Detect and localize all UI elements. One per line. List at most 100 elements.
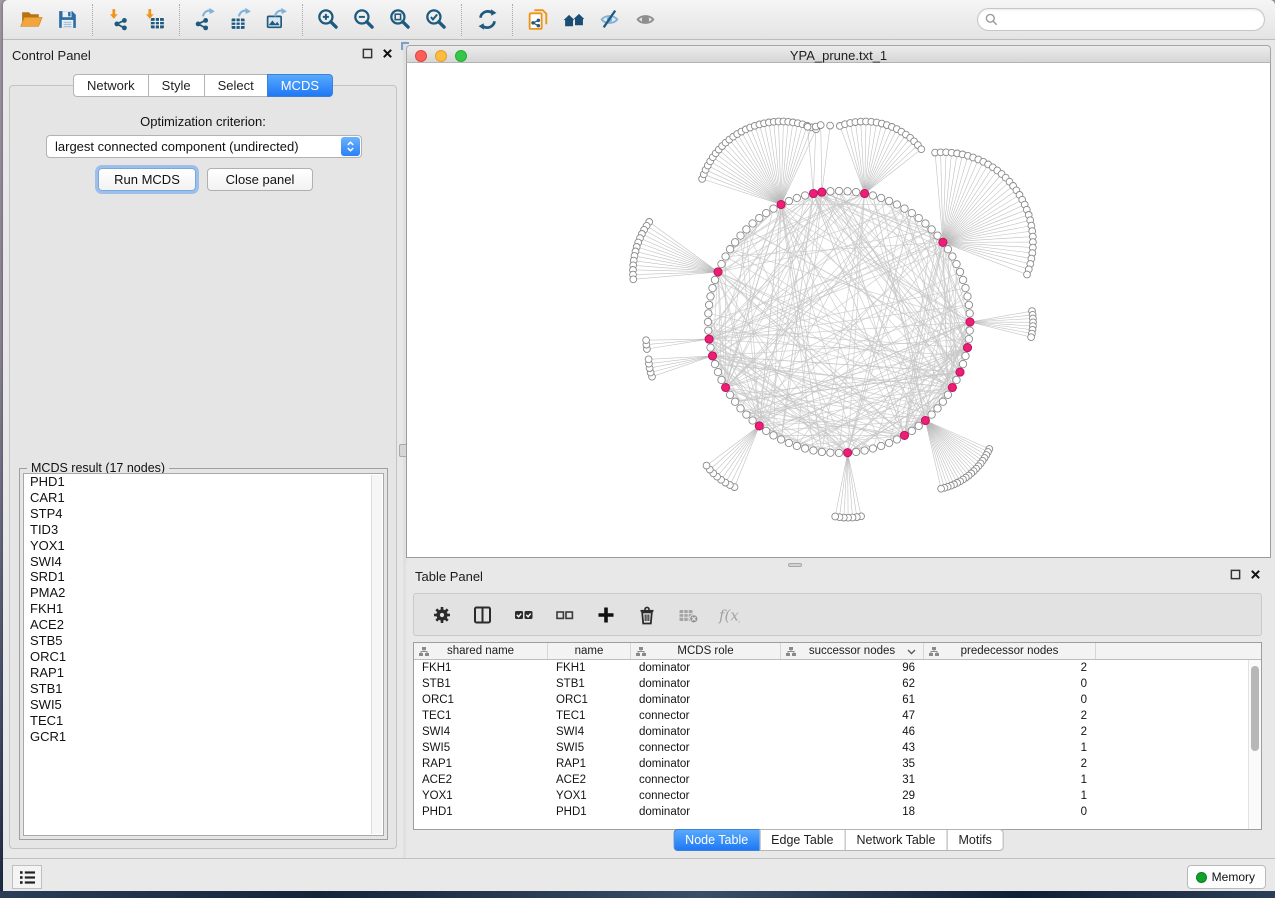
cell-predecessor-nodes[interactable]: 2 xyxy=(924,756,1096,772)
export-network-button[interactable] xyxy=(187,4,223,36)
cell-name[interactable]: ORC1 xyxy=(548,692,631,708)
export-image-button[interactable] xyxy=(259,4,295,36)
tab-mcds[interactable]: MCDS xyxy=(267,74,333,97)
cell-shared-name[interactable]: STB1 xyxy=(414,676,548,692)
float-panel-icon[interactable] xyxy=(362,48,373,59)
cell-shared-name[interactable]: FKH1 xyxy=(414,660,548,676)
cell-predecessor-nodes[interactable]: 2 xyxy=(924,660,1096,676)
mcds-result-node[interactable]: PMA2 xyxy=(24,585,383,601)
cell-MCDS-role[interactable]: dominator xyxy=(631,676,781,692)
cell-successor-nodes[interactable]: 61 xyxy=(781,692,924,708)
mcds-result-node[interactable]: SWI5 xyxy=(24,697,383,713)
tab-motifs[interactable]: Motifs xyxy=(946,829,1003,851)
columns-button[interactable] xyxy=(471,603,495,627)
cell-name[interactable]: SWI5 xyxy=(548,740,631,756)
mcds-result-node[interactable]: SRD1 xyxy=(24,569,383,585)
table-row[interactable]: PHD1PHD1dominator180 xyxy=(414,804,1261,820)
tab-node-table[interactable]: Node Table xyxy=(673,829,760,851)
search-input[interactable] xyxy=(998,13,1264,27)
column-header-successor-nodes[interactable]: successor nodes xyxy=(781,643,924,659)
cell-predecessor-nodes[interactable]: 2 xyxy=(924,724,1096,740)
cell-MCDS-role[interactable]: dominator xyxy=(631,724,781,740)
cell-shared-name[interactable]: YOX1 xyxy=(414,788,548,804)
mcds-result-node[interactable]: FKH1 xyxy=(24,601,383,617)
table-row[interactable]: FKH1FKH1dominator962 xyxy=(414,660,1261,676)
cell-successor-nodes[interactable]: 35 xyxy=(781,756,924,772)
tab-select[interactable]: Select xyxy=(204,74,268,97)
cell-shared-name[interactable]: SWI4 xyxy=(414,724,548,740)
cell-successor-nodes[interactable]: 31 xyxy=(781,772,924,788)
memory-button[interactable]: Memory xyxy=(1187,865,1266,889)
table-row[interactable]: ORC1ORC1dominator610 xyxy=(414,692,1261,708)
mcds-result-node[interactable]: STP4 xyxy=(24,506,383,522)
mcds-result-node[interactable]: TID3 xyxy=(24,522,383,538)
tab-network[interactable]: Network xyxy=(73,74,149,97)
column-header-name[interactable]: name xyxy=(548,643,631,659)
delete-row-button[interactable] xyxy=(635,603,659,627)
mcds-result-node[interactable]: STB1 xyxy=(24,681,383,697)
apply-preferred-layout-button[interactable] xyxy=(469,4,505,36)
table-row[interactable]: SWI5SWI5connector431 xyxy=(414,740,1261,756)
cell-predecessor-nodes[interactable]: 1 xyxy=(924,740,1096,756)
cell-shared-name[interactable]: ACE2 xyxy=(414,772,548,788)
table-row[interactable]: TEC1TEC1connector472 xyxy=(414,708,1261,724)
cell-shared-name[interactable]: SWI5 xyxy=(414,740,548,756)
cell-name[interactable]: SWI4 xyxy=(548,724,631,740)
open-session-home-button[interactable] xyxy=(556,4,592,36)
cell-name[interactable]: TEC1 xyxy=(548,708,631,724)
cell-predecessor-nodes[interactable]: 0 xyxy=(924,804,1096,820)
run-mcds-button[interactable]: Run MCDS xyxy=(98,168,196,191)
cell-successor-nodes[interactable]: 96 xyxy=(781,660,924,676)
cell-predecessor-nodes[interactable]: 0 xyxy=(924,692,1096,708)
cell-MCDS-role[interactable]: dominator xyxy=(631,660,781,676)
mcds-result-list[interactable]: PHD1CAR1STP4TID3YOX1SWI4SRD1PMA2FKH1ACE2… xyxy=(23,473,384,836)
close-panel-icon[interactable] xyxy=(382,48,393,59)
close-panel-button[interactable]: Close panel xyxy=(207,168,313,191)
cell-successor-nodes[interactable]: 43 xyxy=(781,740,924,756)
import-table-button[interactable] xyxy=(136,4,172,36)
cell-shared-name[interactable]: TEC1 xyxy=(414,708,548,724)
cell-MCDS-role[interactable]: connector xyxy=(631,708,781,724)
mcds-result-node[interactable]: GCR1 xyxy=(24,729,383,745)
cell-successor-nodes[interactable]: 18 xyxy=(781,804,924,820)
float-table-panel-icon[interactable] xyxy=(1230,569,1241,580)
cell-successor-nodes[interactable]: 62 xyxy=(781,676,924,692)
select-all-button[interactable] xyxy=(512,603,536,627)
cell-name[interactable]: YOX1 xyxy=(548,788,631,804)
mcds-result-node[interactable]: RAP1 xyxy=(24,665,383,681)
open-file-button[interactable] xyxy=(13,4,49,36)
close-table-panel-icon[interactable] xyxy=(1250,569,1261,580)
cell-successor-nodes[interactable]: 29 xyxy=(781,788,924,804)
table-row[interactable]: ACE2ACE2connector311 xyxy=(414,772,1261,788)
cell-shared-name[interactable]: PHD1 xyxy=(414,804,548,820)
node-table[interactable]: shared namenameMCDS rolesuccessor nodesp… xyxy=(413,642,1262,830)
cell-successor-nodes[interactable]: 46 xyxy=(781,724,924,740)
column-header-predecessor-nodes[interactable]: predecessor nodes xyxy=(924,643,1096,659)
import-network-button[interactable] xyxy=(100,4,136,36)
result-scrollbar[interactable] xyxy=(371,475,382,834)
cell-MCDS-role[interactable]: connector xyxy=(631,788,781,804)
mcds-result-node[interactable]: ACE2 xyxy=(24,617,383,633)
tab-network-table[interactable]: Network Table xyxy=(845,829,948,851)
zoom-selected-button[interactable] xyxy=(418,4,454,36)
deselect-all-button[interactable] xyxy=(553,603,577,627)
network-share-file-button[interactable] xyxy=(520,4,556,36)
cell-MCDS-role[interactable]: connector xyxy=(631,740,781,756)
search-field[interactable] xyxy=(977,8,1265,31)
cell-name[interactable]: STB1 xyxy=(548,676,631,692)
table-row[interactable]: YOX1YOX1connector291 xyxy=(414,788,1261,804)
network-window-titlebar[interactable]: YPA_prune.txt_1 xyxy=(406,45,1271,63)
cell-name[interactable]: ACE2 xyxy=(548,772,631,788)
cell-shared-name[interactable]: RAP1 xyxy=(414,756,548,772)
hide-selected-eye-button[interactable] xyxy=(592,4,628,36)
show-panels-button[interactable] xyxy=(12,865,42,889)
zoom-out-button[interactable] xyxy=(346,4,382,36)
table-row[interactable]: RAP1RAP1dominator352 xyxy=(414,756,1261,772)
mcds-result-node[interactable]: TEC1 xyxy=(24,713,383,729)
column-header-MCDS-role[interactable]: MCDS role xyxy=(631,643,781,659)
settings-gear-button[interactable] xyxy=(430,603,454,627)
mcds-result-node[interactable]: CAR1 xyxy=(24,490,383,506)
cell-MCDS-role[interactable]: connector xyxy=(631,772,781,788)
cell-MCDS-role[interactable]: dominator xyxy=(631,804,781,820)
optimization-criterion-select[interactable]: largest connected component (undirected) xyxy=(46,135,362,158)
